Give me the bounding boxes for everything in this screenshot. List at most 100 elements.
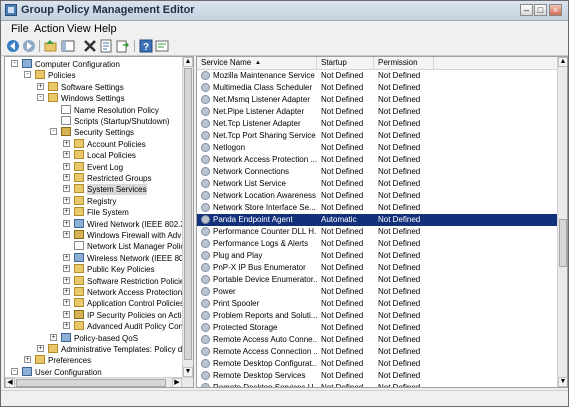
collapse-icon[interactable]: - xyxy=(11,367,18,375)
expand-icon[interactable]: + xyxy=(63,162,70,170)
tree-item[interactable]: + Event Log xyxy=(5,161,181,173)
expand-icon[interactable]: + xyxy=(63,139,70,147)
table-row[interactable]: Net.Pipe Listener Adapter Not Defined Not … xyxy=(197,106,557,118)
tree-item[interactable]: Name Resolution Policy xyxy=(5,104,181,116)
table-row[interactable]: Remote Access Connection ... Not Defined N… xyxy=(197,346,557,358)
table-row[interactable]: Multimedia Class Scheduler Not Defined Not… xyxy=(197,82,557,94)
expand-icon[interactable]: + xyxy=(63,288,70,295)
close-button[interactable]: × xyxy=(549,4,562,16)
table-row[interactable]: Net.Tcp Port Sharing Service Not Defined N… xyxy=(197,130,557,142)
tree-item[interactable]: - Computer Configuration xyxy=(5,59,181,70)
tree-item[interactable]: + Policy-based QoS xyxy=(5,332,181,344)
list-vertical-scrollbar[interactable]: ▲ ▼ xyxy=(557,57,567,387)
table-row[interactable]: Performance Counter DLL H... Not Defined N… xyxy=(197,226,557,238)
scroll-left-arrow-icon[interactable]: ◀ xyxy=(5,378,15,387)
tree-item[interactable]: - Windows Settings xyxy=(5,93,181,104)
table-row[interactable]: Network List Service Not Defined Not Defin… xyxy=(197,178,557,190)
expand-icon[interactable]: + xyxy=(63,208,70,216)
tree-item[interactable]: + Application Control Policies xyxy=(5,298,184,309)
expand-icon[interactable]: + xyxy=(63,174,70,181)
table-row[interactable]: Plug and Play Not Defined Not Defined xyxy=(197,250,557,262)
expand-icon[interactable]: + xyxy=(63,231,70,238)
column-header-permission[interactable]: Permission xyxy=(374,57,434,69)
tree-item[interactable]: - Policies xyxy=(5,70,181,81)
expand-icon[interactable]: + xyxy=(63,151,70,159)
expand-icon[interactable]: + xyxy=(24,356,31,364)
expand-icon[interactable]: + xyxy=(63,310,70,318)
table-row[interactable]: Network Access Protection ... Not Defined… xyxy=(197,154,557,166)
export-icon[interactable] xyxy=(115,39,130,53)
tree-item[interactable]: + Account Policies xyxy=(5,138,181,150)
table-row[interactable]: Net.Tcp Listener Adapter Not Defined Not D… xyxy=(197,118,557,130)
tree-item[interactable]: + IP Security Policies on Acti xyxy=(5,309,182,321)
tree-item[interactable]: + System Services xyxy=(5,184,181,196)
show-hide-tree-icon[interactable] xyxy=(61,39,75,53)
tree-item[interactable]: + Wired Network (IEEE 802.3 xyxy=(5,218,185,230)
table-row[interactable]: Protected Storage Not Defined Not Defined xyxy=(197,322,557,334)
table-row[interactable]: Performance Logs & Alerts Not Defined Not … xyxy=(197,238,557,250)
services-list[interactable]: Service Name ▲ Startup Permission Mozill… xyxy=(196,56,568,388)
tree-item[interactable]: Scripts (Startup/Shutdown) xyxy=(5,116,181,127)
table-row[interactable]: Network Location Awareness Not Defined Not… xyxy=(197,190,557,202)
table-row[interactable]: Panda Endpoint Agent Automatic Not Defined xyxy=(197,214,557,226)
scroll-up-arrow-icon[interactable]: ▲ xyxy=(183,57,193,67)
collapse-icon[interactable]: - xyxy=(50,128,57,136)
table-row[interactable]: Remote Desktop Services U... Not Defined N… xyxy=(197,382,557,387)
minimize-button[interactable]: – xyxy=(520,4,533,16)
tree-horizontal-scrollbar[interactable]: ◀ ▶ xyxy=(5,377,193,387)
expand-icon[interactable]: + xyxy=(63,276,70,284)
up-icon[interactable] xyxy=(44,39,58,53)
menu-action[interactable]: Action xyxy=(34,23,65,35)
delete-icon[interactable] xyxy=(83,39,97,53)
expand-icon[interactable]: + xyxy=(63,299,70,307)
table-row[interactable]: Netlogon Not Defined Not Defined xyxy=(197,142,557,154)
tree-item[interactable]: Network List Manager Polic xyxy=(5,241,184,252)
console-tree[interactable]: - Computer Configuration - Policies + Softwar… xyxy=(4,56,194,388)
column-header-service-name[interactable]: Service Name ▲ xyxy=(197,57,317,69)
table-row[interactable]: Network Store Interface Se... Not Defined… xyxy=(197,202,557,214)
tree-item[interactable]: + Wireless Network (IEEE 80 xyxy=(5,252,183,264)
expand-icon[interactable]: + xyxy=(63,322,70,330)
filter-icon[interactable] xyxy=(155,39,169,53)
scroll-down-arrow-icon[interactable]: ▼ xyxy=(183,367,193,377)
expand-icon[interactable]: + xyxy=(63,265,70,273)
expand-icon[interactable]: + xyxy=(63,196,70,204)
table-row[interactable]: Remote Desktop Services Not Defined Not De… xyxy=(197,370,557,382)
tree-item[interactable]: + Advanced Audit Policy Con xyxy=(5,321,183,332)
table-row[interactable]: Remote Desktop Configurat... Not Defined N… xyxy=(197,358,557,370)
help-icon[interactable]: ? xyxy=(139,39,153,53)
tree-item[interactable]: + Network Access Protection xyxy=(5,287,182,298)
collapse-icon[interactable]: - xyxy=(37,94,44,102)
tree-item[interactable]: + Local Policies xyxy=(5,150,181,161)
scroll-right-arrow-icon[interactable]: ▶ xyxy=(172,378,182,387)
tree-item[interactable]: + Software Settings xyxy=(5,81,181,93)
tree-item[interactable]: + Preferences xyxy=(5,355,181,366)
expand-icon[interactable]: + xyxy=(63,219,70,227)
menu-view[interactable]: View xyxy=(67,23,91,35)
table-row[interactable]: Problem Reports and Soluti... Not Defined… xyxy=(197,310,557,322)
collapse-icon[interactable]: - xyxy=(24,71,31,79)
tree-item[interactable]: + Registry xyxy=(5,195,181,207)
expand-icon[interactable]: + xyxy=(63,185,70,193)
table-row[interactable]: PnP-X IP Bus Enumerator Not Defined Not De… xyxy=(197,262,557,274)
tree-item[interactable]: + Windows Firewall with Adv xyxy=(5,230,181,241)
expand-icon[interactable]: + xyxy=(50,333,57,341)
forward-icon[interactable] xyxy=(22,39,36,53)
expand-icon[interactable]: + xyxy=(63,253,70,261)
expand-icon[interactable]: + xyxy=(37,345,44,352)
maximize-button[interactable]: □ xyxy=(534,4,547,16)
tree-item[interactable]: + Public Key Policies xyxy=(5,264,181,275)
menu-file[interactable]: File xyxy=(11,23,29,35)
table-row[interactable]: Portable Device Enumerator... Not Defined… xyxy=(197,274,557,286)
collapse-icon[interactable]: - xyxy=(11,60,18,67)
tree-vertical-scrollbar[interactable]: ▲ ▼ xyxy=(182,57,193,377)
table-row[interactable]: Network Connections Not Defined Not Define… xyxy=(197,166,557,178)
scroll-down-arrow-icon[interactable]: ▼ xyxy=(558,377,567,387)
table-row[interactable]: Power Not Defined Not Defined xyxy=(197,286,557,298)
scroll-thumb[interactable] xyxy=(184,68,192,360)
scroll-up-arrow-icon[interactable]: ▲ xyxy=(558,57,567,67)
scroll-thumb[interactable] xyxy=(559,219,567,267)
properties-icon[interactable] xyxy=(99,39,113,53)
back-icon[interactable] xyxy=(6,39,20,53)
tree-item[interactable]: + Restricted Groups xyxy=(5,173,181,184)
